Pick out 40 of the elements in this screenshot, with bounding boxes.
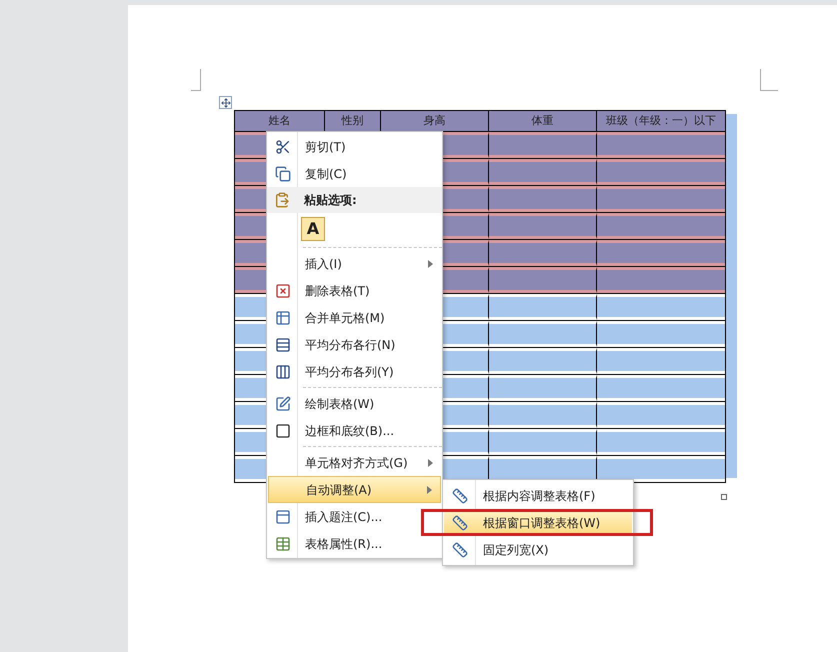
- menu-item[interactable]: 平均分布各列(Y): [268, 358, 441, 385]
- menu-item[interactable]: 插入(I): [268, 250, 441, 277]
- menu-item[interactable]: 合并单元格(M): [268, 304, 441, 331]
- columns-icon: [274, 364, 290, 380]
- crop-mark: [191, 69, 201, 91]
- table-header-cell-text: 班级（年级：一）以下: [605, 112, 717, 129]
- menu-item[interactable]: 删除表格(T): [268, 277, 441, 304]
- scissors-icon: [274, 138, 290, 154]
- submenu-arrow-icon: [428, 458, 433, 466]
- ruler-icon: [452, 542, 468, 558]
- caption-icon: [274, 508, 290, 524]
- paste-options-heading: 粘贴选项:: [304, 192, 357, 209]
- paste-keep-text-button[interactable]: A: [301, 217, 325, 241]
- table-properties-icon: [274, 536, 290, 552]
- ruler-icon: [452, 514, 468, 530]
- border-icon: [274, 422, 290, 438]
- menu-item[interactable]: 边框和底纹(B)...: [268, 417, 441, 444]
- pencil-icon: [274, 396, 290, 412]
- ruler-icon: [452, 488, 468, 504]
- resize-handle[interactable]: [721, 494, 727, 500]
- menu-item[interactable]: 绘制表格(W): [268, 390, 441, 417]
- menu-item[interactable]: 根据内容调整表格(F): [444, 482, 632, 509]
- submenu-arrow-icon: [428, 260, 433, 268]
- clipboard-icon: [274, 192, 290, 208]
- rows-icon: [274, 336, 290, 352]
- menu-item[interactable]: 固定列宽(X): [444, 536, 632, 563]
- move-icon: [220, 98, 230, 108]
- copy-icon: [274, 166, 290, 182]
- menu-item[interactable]: 表格属性(R)...: [268, 530, 441, 557]
- menu-item[interactable]: 复制(C): [268, 160, 441, 187]
- crop-mark: [760, 69, 778, 91]
- table-move-handle[interactable]: [219, 96, 232, 109]
- table-icon: [274, 310, 290, 326]
- menu-item[interactable]: 单元格对齐方式(G): [268, 449, 441, 476]
- delete-table-icon: [274, 282, 290, 298]
- menu-item[interactable]: 自动调整(A): [268, 476, 441, 503]
- menu-item[interactable]: 插入题注(C)...: [268, 503, 441, 530]
- submenu-arrow-icon: [427, 486, 432, 494]
- menu-item[interactable]: 剪切(T): [268, 133, 441, 160]
- menu-item[interactable]: 平均分布各行(N): [268, 331, 441, 358]
